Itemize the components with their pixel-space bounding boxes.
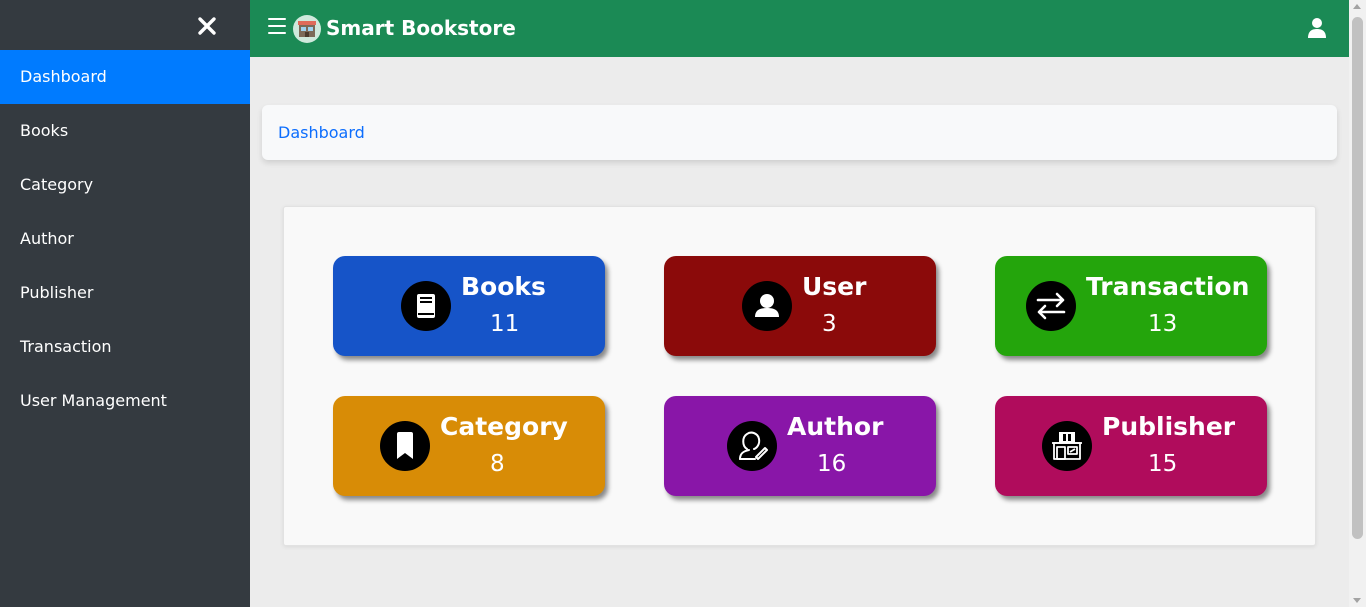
stat-title: Publisher	[1102, 412, 1236, 441]
page-scrollbar[interactable]	[1349, 0, 1366, 607]
stat-card-author[interactable]: Author 16	[664, 396, 936, 496]
stats-panel: Books 11 User 3 Transaction 13 Category …	[283, 206, 1316, 546]
book-icon	[401, 281, 451, 331]
scrollbar-thumb[interactable]	[1352, 17, 1363, 539]
user-icon[interactable]	[1307, 17, 1327, 39]
hamburger-icon[interactable]	[268, 18, 286, 38]
stat-count: 11	[490, 311, 520, 337]
stat-card-publisher[interactable]: Publisher 15	[995, 396, 1267, 496]
stat-count: 3	[822, 311, 837, 337]
sidebar-item-publisher[interactable]: Publisher	[0, 266, 250, 320]
scroll-up-arrow-icon[interactable]	[1353, 4, 1361, 9]
stat-count: 15	[1148, 451, 1178, 477]
app-title: Smart Bookstore	[326, 16, 516, 40]
sidebar-item-transaction[interactable]: Transaction	[0, 320, 250, 374]
author-icon	[727, 421, 777, 471]
sidebar-item-books[interactable]: Books	[0, 104, 250, 158]
stat-title: Author	[787, 412, 884, 441]
stat-card-books[interactable]: Books 11	[333, 256, 605, 356]
breadcrumb-dashboard-link[interactable]: Dashboard	[278, 123, 365, 142]
sidebar-item-author[interactable]: Author	[0, 212, 250, 266]
sidebar: Dashboard Books Category Author Publishe…	[0, 0, 250, 607]
sidebar-item-category[interactable]: Category	[0, 158, 250, 212]
top-header: Smart Bookstore	[250, 0, 1349, 57]
stat-card-category[interactable]: Category 8	[333, 396, 605, 496]
publisher-icon	[1042, 421, 1092, 471]
breadcrumb: Dashboard	[262, 105, 1337, 160]
stat-title: Transaction	[1086, 272, 1250, 301]
close-icon[interactable]	[193, 12, 221, 40]
sidebar-item-user-management[interactable]: User Management	[0, 374, 250, 428]
stat-title: Books	[461, 272, 546, 301]
stat-count: 13	[1148, 311, 1178, 337]
bookmark-icon	[380, 421, 430, 471]
user-icon	[742, 281, 792, 331]
scroll-down-arrow-icon[interactable]	[1353, 598, 1361, 603]
stat-card-transaction[interactable]: Transaction 13	[995, 256, 1267, 356]
sidebar-top	[0, 0, 250, 50]
bookstore-logo-icon	[293, 15, 321, 43]
sidebar-item-dashboard[interactable]: Dashboard	[0, 50, 250, 104]
stat-title: Category	[440, 412, 568, 441]
exchange-icon	[1026, 281, 1076, 331]
stat-title: User	[802, 272, 867, 301]
stat-card-user[interactable]: User 3	[664, 256, 936, 356]
stat-count: 16	[817, 451, 847, 477]
stat-count: 8	[490, 451, 505, 477]
